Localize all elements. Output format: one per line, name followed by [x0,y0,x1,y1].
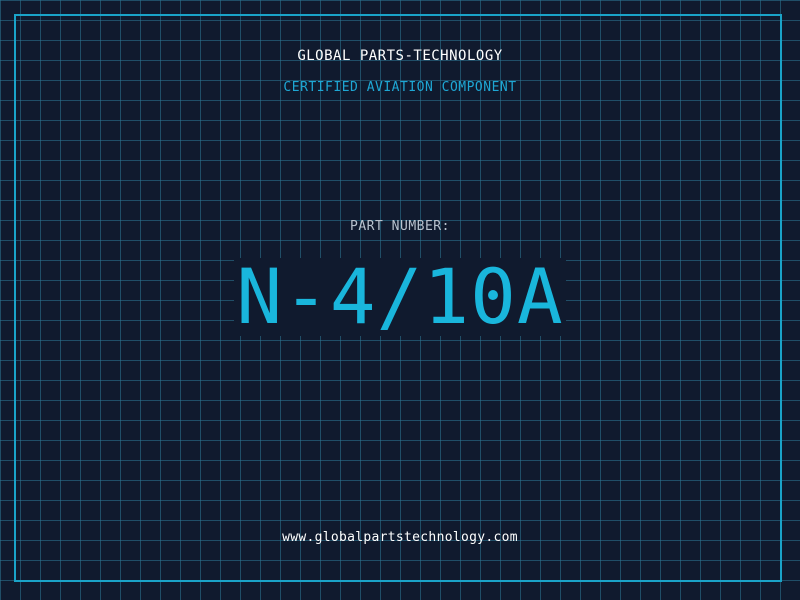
part-number-value: N-4/10A [234,252,566,341]
website-url: www.globalpartstechnology.com [282,530,518,545]
part-label-card: GLOBAL PARTS-TECHNOLOGY CERTIFIED AVIATI… [0,0,800,600]
part-number-label: PART NUMBER: [350,219,450,234]
part-number-container: N-4/10A [0,258,800,336]
certification-subtitle: CERTIFIED AVIATION COMPONENT [283,80,517,95]
company-name: GLOBAL PARTS-TECHNOLOGY [297,48,503,64]
